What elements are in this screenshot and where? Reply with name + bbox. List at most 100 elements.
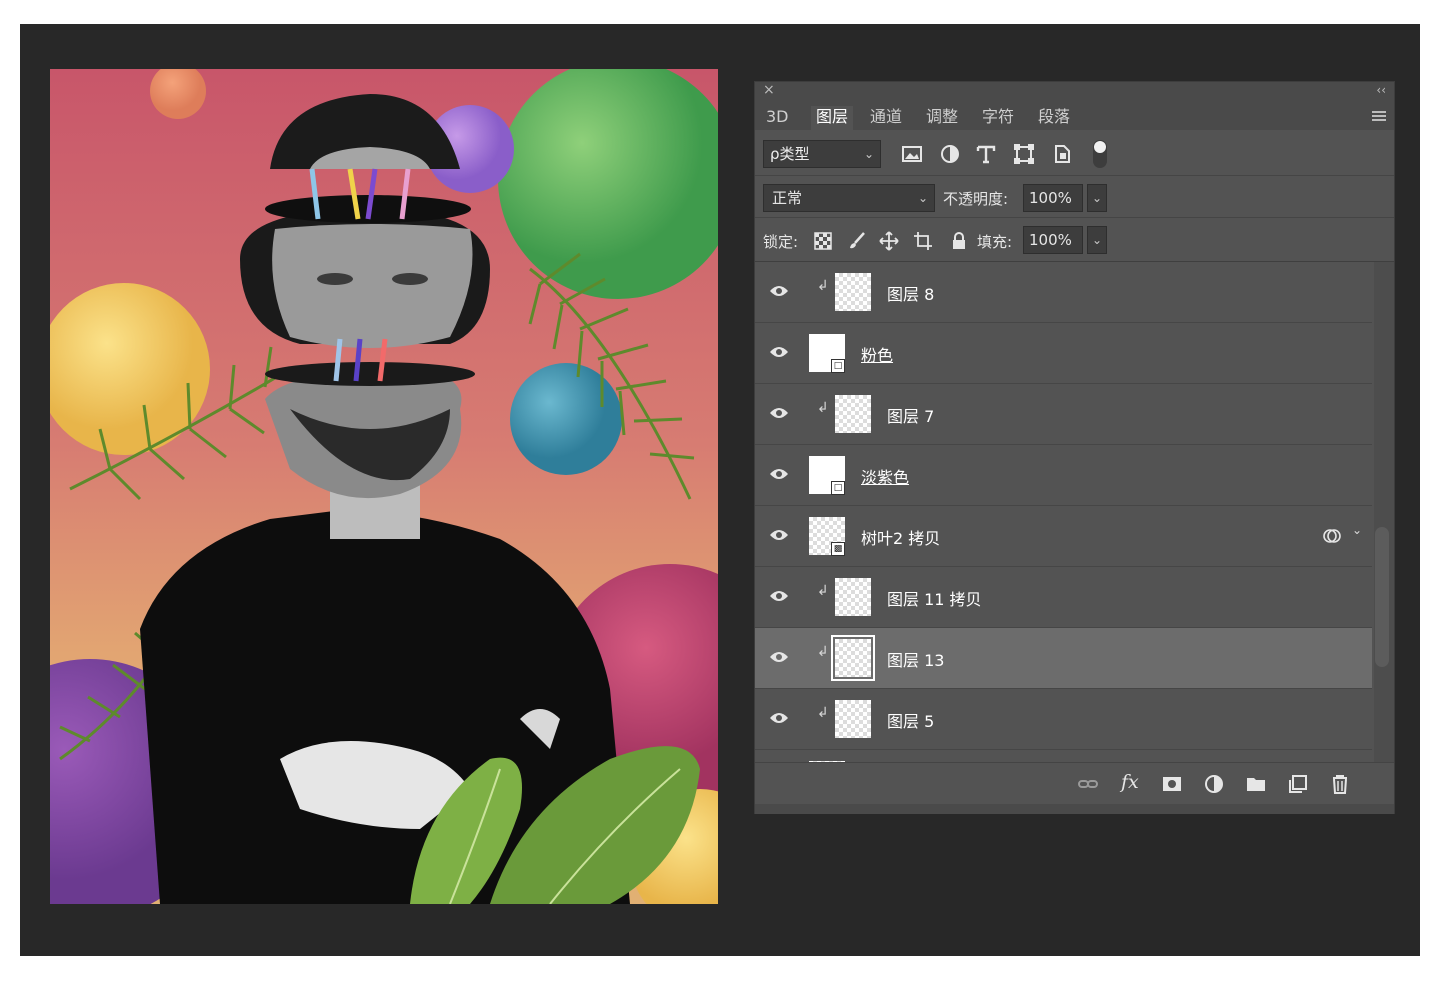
visibility-eye-icon[interactable]	[769, 711, 789, 725]
chevron-down-icon: ⌄	[863, 147, 874, 161]
layer-name: 图层 11 拷贝	[887, 590, 982, 609]
visibility-eye-icon[interactable]	[769, 589, 789, 603]
layer-row[interactable]: 绿色	[755, 750, 1372, 762]
layer-row[interactable]: ↲ 图层 5	[755, 689, 1372, 750]
tab-layers[interactable]: 图层	[811, 106, 854, 130]
lock-label: 锁定:	[763, 233, 799, 251]
layer-row-selected[interactable]: ↲ 图层 13	[755, 628, 1372, 689]
tab-3d[interactable]: 3D	[761, 106, 794, 130]
visibility-eye-icon[interactable]	[769, 650, 789, 664]
smart-filter-icon[interactable]	[1322, 526, 1342, 546]
smart-object-filter-icon[interactable]	[1051, 144, 1073, 164]
fill-input[interactable]: 100%	[1023, 226, 1083, 254]
link-layers-icon[interactable]	[1077, 773, 1099, 795]
fill-label: 填充:	[977, 233, 1013, 251]
head-bottom	[265, 362, 475, 499]
clipping-arrow-icon: ↲	[817, 278, 829, 294]
filter-toggle[interactable]	[1093, 140, 1107, 168]
clipping-arrow-icon: ↲	[817, 400, 829, 416]
filter-kind-label: ρ类型	[770, 145, 810, 163]
close-icon[interactable]: ×	[763, 82, 775, 98]
layer-row[interactable]: ↲ 图层 7	[755, 384, 1372, 445]
visibility-eye-icon[interactable]	[769, 284, 789, 298]
layer-name: 树叶2 拷贝	[861, 529, 941, 548]
layer-name: 图层 13	[887, 651, 945, 670]
layer-thumbnail	[835, 395, 871, 433]
orange-sphere	[150, 69, 206, 119]
layer-list: ↲ 图层 8 □ 粉色 ↲ 图层 7 □ 淡紫色 ▩ 树叶2 拷贝 ⌄ ↲ 图层…	[755, 262, 1372, 762]
layer-name: 淡紫色	[861, 468, 910, 487]
blend-mode-value: 正常	[772, 189, 803, 207]
head-middle	[240, 195, 490, 348]
filter-kind-select[interactable]: ρ类型 ⌄	[763, 140, 881, 168]
toggle-knob	[1094, 141, 1106, 153]
layer-name: 图层 5	[887, 712, 935, 731]
image-filter-icon[interactable]	[901, 144, 923, 164]
visibility-eye-icon[interactable]	[769, 528, 789, 542]
type-filter-icon[interactable]	[975, 144, 997, 164]
lock-move-icon[interactable]	[879, 231, 899, 251]
panel-title-bar: × ‹‹	[755, 82, 1394, 102]
lock-artboard-icon[interactable]	[913, 231, 933, 251]
layer-name: 图层 7	[887, 407, 935, 426]
blue-sphere	[510, 363, 622, 475]
layer-thumbnail	[835, 273, 871, 311]
visibility-eye-icon[interactable]	[769, 345, 789, 359]
layer-thumbnail	[831, 635, 875, 681]
tab-character[interactable]: 字符	[977, 106, 1019, 130]
visibility-eye-icon[interactable]	[769, 406, 789, 420]
photoshop-workspace: × ‹‹ 3D 图层 通道 调整 字符 段落 ρ类型 ⌄ 正常 ⌄ 不透明度: …	[20, 24, 1420, 956]
shape-layer-icon: □	[831, 359, 845, 373]
shape-filter-icon[interactable]	[1013, 144, 1035, 164]
fx-icon[interactable]: fx	[1121, 771, 1143, 793]
layer-row[interactable]: ▩ 树叶2 拷贝 ⌄	[755, 506, 1372, 567]
add-mask-icon[interactable]	[1161, 773, 1183, 795]
fill-dropdown[interactable]: ⌄	[1087, 226, 1107, 254]
opacity-input[interactable]: 100%	[1023, 184, 1083, 212]
panel-menu-icon[interactable]	[1372, 111, 1386, 121]
lock-transparent-icon[interactable]	[813, 231, 833, 251]
layer-row[interactable]: □ 淡紫色	[755, 445, 1372, 506]
artwork-illustration	[50, 69, 718, 904]
filter-row: ρ类型 ⌄	[755, 132, 1394, 176]
clipping-arrow-icon: ↲	[817, 583, 829, 599]
layer-thumbnail	[835, 700, 871, 738]
clipping-arrow-icon: ↲	[817, 644, 829, 660]
lock-all-icon[interactable]	[949, 231, 969, 251]
panel-tabs: 3D 图层 通道 调整 字符 段落	[755, 102, 1394, 130]
blend-mode-select[interactable]: 正常 ⌄	[763, 184, 935, 212]
scrollbar-thumb[interactable]	[1375, 527, 1389, 667]
new-group-icon[interactable]	[1245, 773, 1267, 795]
scrollbar-track[interactable]	[1374, 262, 1394, 762]
tab-adjustments[interactable]: 调整	[921, 106, 963, 130]
layer-row[interactable]: □ 粉色	[755, 323, 1372, 384]
layers-panel: × ‹‹ 3D 图层 通道 调整 字符 段落 ρ类型 ⌄ 正常 ⌄ 不透明度: …	[754, 81, 1395, 814]
layers-bottom-toolbar: fx	[755, 762, 1394, 804]
layer-row[interactable]: ↲ 图层 11 拷贝	[755, 567, 1372, 628]
layer-name: 图层 8	[887, 285, 935, 304]
document-canvas[interactable]	[50, 69, 718, 904]
tab-channels[interactable]: 通道	[865, 106, 907, 130]
chevron-down-icon: ⌄	[917, 191, 928, 205]
smart-object-badge-icon: ▩	[831, 542, 845, 556]
shape-layer-icon: □	[831, 481, 845, 495]
blend-row: 正常 ⌄ 不透明度: 100% ⌄	[755, 176, 1394, 218]
lock-row: 锁定: 填充: 100% ⌄	[755, 218, 1394, 262]
new-adjustment-icon[interactable]	[1203, 773, 1225, 795]
opacity-dropdown[interactable]: ⌄	[1087, 184, 1107, 212]
adjustment-filter-icon[interactable]	[939, 144, 961, 164]
tab-paragraph[interactable]: 段落	[1033, 106, 1075, 130]
layer-row[interactable]: ↲ 图层 8	[755, 262, 1372, 323]
new-layer-icon[interactable]	[1287, 773, 1309, 795]
visibility-eye-icon[interactable]	[769, 467, 789, 481]
layer-name: 粉色	[861, 346, 894, 365]
lock-paint-icon[interactable]	[847, 231, 867, 251]
delete-layer-icon[interactable]	[1329, 773, 1351, 795]
clipping-arrow-icon: ↲	[817, 705, 829, 721]
collapse-icon[interactable]: ‹‹	[1376, 83, 1386, 97]
chevron-down-icon[interactable]: ⌄	[1352, 523, 1362, 537]
opacity-label: 不透明度:	[943, 190, 1009, 208]
panel-footer	[755, 804, 1394, 814]
head-top	[270, 94, 460, 169]
layer-thumbnail	[835, 578, 871, 616]
